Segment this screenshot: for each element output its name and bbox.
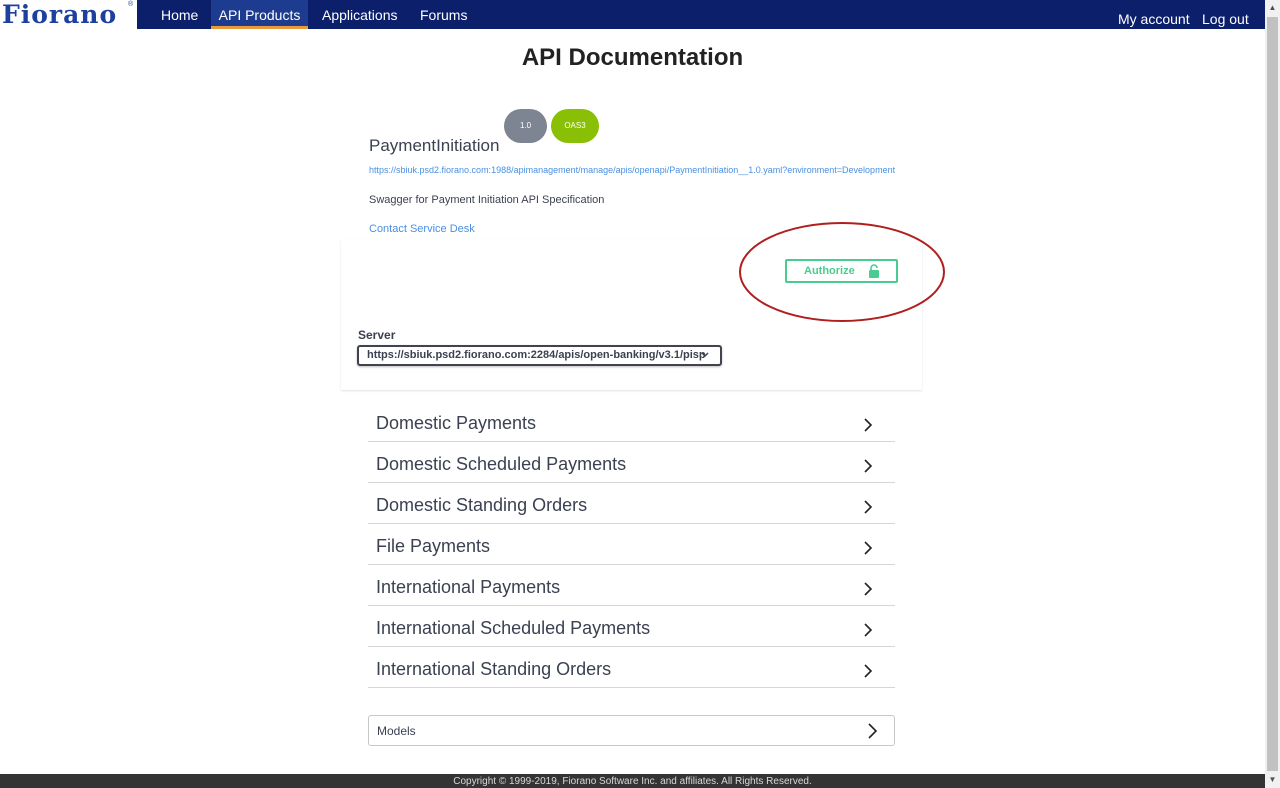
spec-url-link[interactable]: https://sbiuk.psd2.fiorano.com:1988/apim… [369, 165, 895, 175]
top-navbar: Fiorano ® Home API Products Applications… [0, 0, 1265, 29]
chevron-right-icon [864, 582, 873, 596]
scroll-down-arrow-icon[interactable]: ▼ [1265, 772, 1280, 788]
chevron-right-icon [864, 623, 873, 637]
chevron-right-icon [864, 541, 873, 555]
tag-label: Domestic Standing Orders [376, 495, 588, 515]
tag-label: Domestic Payments [376, 413, 537, 433]
tag-domestic-standing-orders[interactable]: Domestic Standing Orders [368, 483, 895, 524]
highlight-ellipse [739, 222, 945, 322]
tag-file-payments[interactable]: File Payments [368, 524, 895, 565]
chevron-right-icon [864, 418, 873, 432]
chevron-right-icon [864, 459, 873, 473]
scroll-up-arrow-icon[interactable]: ▲ [1265, 0, 1280, 16]
server-select[interactable]: https://sbiuk.psd2.fiorano.com:2284/apis… [357, 345, 722, 366]
nav-forums[interactable]: Forums [420, 0, 467, 29]
chevron-down-icon [701, 352, 709, 358]
chevron-right-icon [868, 723, 878, 739]
tag-international-scheduled-payments[interactable]: International Scheduled Payments [368, 606, 895, 647]
models-label: Models [377, 724, 416, 738]
nav-log-out[interactable]: Log out [1202, 3, 1249, 29]
api-title: PaymentInitiation [369, 136, 500, 155]
page-title: API Documentation [521, 44, 744, 71]
registered-mark: ® [128, 1, 134, 8]
api-description: Swagger for Payment Initiation API Speci… [369, 194, 605, 206]
tag-label: File Payments [376, 536, 491, 556]
tag-label: International Scheduled Payments [376, 618, 651, 638]
page: Fiorano ® Home API Products Applications… [0, 0, 1280, 788]
chevron-right-icon [864, 500, 873, 514]
tag-international-payments[interactable]: International Payments [368, 565, 895, 606]
fiorano-logo[interactable]: Fiorano ® [0, 0, 137, 29]
nav-my-account[interactable]: My account [1118, 3, 1190, 29]
footer-copyright: Copyright © 1999-2019, Fiorano Software … [0, 774, 1265, 788]
contact-service-desk-link[interactable]: Contact Service Desk [369, 223, 475, 235]
tag-label: International Standing Orders [376, 659, 612, 679]
nav-applications[interactable]: Applications [322, 0, 398, 29]
oas-badge: OAS3 [551, 109, 599, 143]
tag-label: International Payments [376, 577, 561, 597]
logo-text: Fiorano [2, 0, 118, 29]
nav-api-products[interactable]: API Products [211, 0, 308, 29]
server-label: Server [358, 328, 396, 342]
tag-domestic-scheduled-payments[interactable]: Domestic Scheduled Payments [368, 442, 895, 483]
tag-label: Domestic Scheduled Payments [376, 454, 627, 474]
version-badge: 1.0 [504, 109, 547, 143]
scroll-thumb[interactable] [1267, 17, 1278, 771]
tag-international-standing-orders[interactable]: International Standing Orders [368, 647, 895, 688]
tag-domestic-payments[interactable]: Domestic Payments [368, 401, 895, 442]
nav-home[interactable]: Home [161, 0, 198, 29]
vertical-scrollbar[interactable]: ▲ ▼ [1265, 0, 1280, 788]
models-section[interactable]: Models [368, 715, 895, 746]
chevron-right-icon [864, 664, 873, 678]
